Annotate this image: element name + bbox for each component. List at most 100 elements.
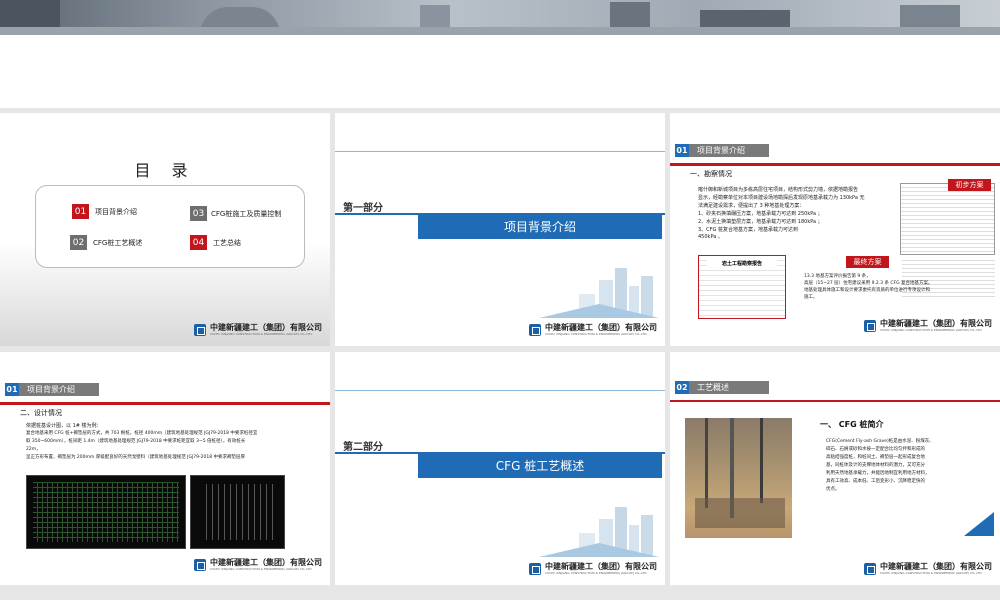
toc-number: 02: [70, 235, 87, 250]
slide-thumbnail-2[interactable]: 第一部分 项目背景介绍 中建新疆建工（集团）有限公司 CSCEC XINJIANG…: [335, 113, 665, 346]
header-rule: [670, 400, 1000, 402]
part-label: 第一部分: [343, 203, 383, 214]
text-line: 取 350~600mm），桩间距 1.4m（建筑地基处理规范 JGJ79-201…: [26, 439, 246, 444]
company-logo-icon: [864, 562, 876, 575]
pile-plan-drawing: [26, 475, 186, 549]
text-line: 喀什御和新城项目为多栋高层住宅项目，结构形式剪力墙，依据地勘报告: [698, 187, 859, 193]
section-number: 02: [675, 381, 689, 394]
text-line: 450kPa 。: [698, 234, 723, 240]
header-line: [335, 151, 665, 152]
slide-thumbnail-5[interactable]: 第二部分 CFG 桩工艺概述 中建新疆建工（集团）有限公司 CSCEC XINJI…: [335, 352, 665, 585]
company-logo: 中建新疆建工（集团）有限公司 CSCEC XINJIANG CONSTRUCTIO…: [194, 558, 322, 571]
section-drawing: [190, 475, 285, 549]
section-number: 01: [675, 144, 689, 157]
slide-thumbnail-1[interactable]: 目 录 01 项目背景介绍 03 CFG桩施工及质量控制 02 CFG桩工艺概述…: [0, 113, 330, 346]
header-line: [335, 390, 665, 391]
header-rule: [0, 402, 330, 405]
company-name: 中建新疆建工（集团）有限公司: [545, 323, 657, 332]
company-name: 中建新疆建工（集团）有限公司: [210, 323, 322, 332]
report-cover-image: 岩土工程勘察报告: [698, 255, 786, 319]
company-name: 中建新疆建工（集团）有限公司: [545, 562, 657, 571]
note-text: 13.3 地基方案评价报告第 9 条， 高层（15~27 层）住宅建议采用 9.…: [804, 273, 1000, 301]
text-line: 高层（15~27 层）住宅建议采用 9.2.3 条 CFG 复合地基方案。: [804, 281, 933, 286]
text-line: 呈正方形布置，褥垫层为 200mm 厚级配良好的天然戈壁料（建筑地基处理规范 J…: [26, 455, 246, 460]
text-line: 13.3 地基方案评价报告第 9 条，: [804, 274, 871, 279]
text-line: CFG(Cement Fly-ash Grave)桩是由水泥、粉煤灰、: [826, 439, 934, 444]
company-logo: 中建新疆建工（集团）有限公司 CSCEC XINJIANG CONSTRUCTIO…: [529, 323, 657, 336]
city-skyline-icon: [539, 507, 659, 557]
toc-label: CFG桩工艺概述: [93, 238, 143, 247]
company-logo: 中建新疆建工（集团）有限公司 CSCEC XINJIANG CONSTRUCTIO…: [529, 562, 657, 575]
company-logo-icon: [529, 562, 541, 575]
toc-item-04[interactable]: 04 工艺总结: [190, 235, 241, 250]
text-line: 复合地基采用 CFG 桩+褥垫层的方式，共 703 根桩，桩径 400mm（建筑…: [26, 431, 258, 436]
text-line: 1、砂夹石换填碾压方案，地基承载力可达到 250kPa ；: [698, 211, 823, 217]
contents-box: [35, 185, 305, 268]
section-title: 项目背景介绍: [19, 383, 99, 396]
company-logo-icon: [194, 323, 206, 336]
toc-number: 04: [190, 235, 207, 250]
text-line: 依据桩基设计图，以 1# 楼为例：: [26, 423, 102, 429]
toc-number: 01: [72, 204, 89, 219]
sub-heading: 一、勘察情况: [690, 170, 732, 178]
sub-heading: 二、设计情况: [20, 409, 62, 417]
corner-triangle-icon: [964, 512, 994, 536]
company-name: 中建新疆建工（集团）有限公司: [880, 562, 992, 571]
city-banner-image: [0, 0, 1000, 35]
toc-label: 项目背景介绍: [95, 207, 137, 216]
section-title: 项目背景介绍: [689, 144, 769, 157]
section-number: 01: [5, 383, 19, 396]
text-line: 基，同桩体及计的支撑地体材料的潜力，又可充分: [826, 463, 925, 468]
text-line: 地基处理具体施工和设计要求委托有资质的单位进行专项设计和: [804, 288, 930, 293]
text-line: 3、CFG 桩复合地基方案，地基承载力可达到: [698, 227, 799, 233]
company-logo: 中建新疆建工（集团）有限公司 CSCEC XINJIANG CONSTRUCTIO…: [864, 562, 992, 575]
company-en: CSCEC XINJIANG CONSTRUCTION & ENGINEERIN…: [545, 332, 648, 336]
report-doc-image: [900, 183, 995, 255]
toc-item-01[interactable]: 01 项目背景介绍: [72, 204, 137, 219]
toc-number: 03: [190, 206, 207, 221]
body-text: 依据桩基设计图，以 1# 楼为例： 复合地基采用 CFG 桩+褥垫层的方式，共 …: [26, 422, 326, 462]
toc-item-03[interactable]: 03 CFG桩施工及质量控制: [190, 206, 281, 221]
sub-heading: 一、 CFG 桩简介: [820, 420, 884, 429]
company-logo: 中建新疆建工（集团）有限公司 CSCEC XINJIANG CONSTRUCTIO…: [194, 323, 322, 336]
slide-thumbnail-6[interactable]: 02 工艺概述 一、 CFG 桩简介 CFG(Cement Fly-ash Gra…: [670, 352, 1000, 585]
company-en: CSCEC XINJIANG CONSTRUCTION & ENGINEERIN…: [880, 328, 983, 332]
company-en: CSCEC XINJIANG CONSTRUCTION & ENGINEERIN…: [880, 571, 983, 575]
company-logo-icon: [194, 558, 206, 571]
section-banner: CFG 桩工艺概述: [418, 452, 662, 478]
section-header: 02 工艺概述: [675, 381, 769, 394]
company-en: CSCEC XINJIANG CONSTRUCTION & ENGINEERIN…: [210, 332, 313, 336]
company-logo-icon: [529, 323, 541, 336]
part-label: 第二部分: [343, 442, 383, 453]
company-en: CSCEC XINJIANG CONSTRUCTION & ENGINEERIN…: [210, 567, 313, 571]
text-line: 高粘结强度桩，和桩间土、褥垫层一起形成复合地: [826, 455, 925, 460]
tag-initial-plan: 初步方案: [948, 179, 991, 191]
text-line: 优点。: [826, 487, 840, 492]
company-logo-icon: [864, 319, 876, 332]
text-line: 2、水泥土换填垫层方案，地基承载力可达到 180kPa ；: [698, 219, 823, 225]
body-text: 喀什御和新城项目为多栋高层住宅项目，结构形式剪力墙，依据地勘报告 显示，经勘察单…: [698, 186, 903, 240]
page-title: 目 录: [134, 161, 196, 180]
toc-label: CFG桩施工及质量控制: [211, 209, 282, 218]
city-skyline-icon: [539, 268, 659, 318]
report-title: 岩土工程勘察报告: [707, 260, 777, 267]
toc-item-02[interactable]: 02 CFG桩工艺概述: [70, 235, 142, 250]
section-title: 工艺概述: [689, 381, 769, 394]
section-header: 01 项目背景介绍: [5, 383, 99, 396]
section-header: 01 项目背景介绍: [675, 144, 769, 157]
toc-label: 工艺总结: [213, 238, 241, 247]
text-line: 施工。: [804, 295, 818, 300]
text-line: 显示，经勘察单位对本项目建设场地勘探后发现原地基承载力为 130kPa 无: [698, 195, 865, 201]
section-banner: 项目背景介绍: [418, 213, 662, 239]
company-en: CSCEC XINJIANG CONSTRUCTION & ENGINEERIN…: [545, 571, 648, 575]
text-line: 利用天然地基承载力，并能因地制宜利用地方材料，: [826, 471, 930, 476]
slide-thumbnail-4[interactable]: 01 项目背景介绍 二、设计情况 依据桩基设计图，以 1# 楼为例： 复合地基采用…: [0, 352, 330, 585]
body-text: CFG(Cement Fly-ash Grave)桩是由水泥、粉煤灰、 碎石、石…: [826, 438, 994, 494]
text-line: 22m，: [26, 447, 41, 452]
tag-final-plan: 最终方案: [846, 256, 889, 268]
company-name: 中建新疆建工（集团）有限公司: [880, 319, 992, 328]
company-name: 中建新疆建工（集团）有限公司: [210, 558, 322, 567]
preview-area: [0, 35, 1000, 108]
slide-thumbnail-3[interactable]: 01 项目背景介绍 一、勘察情况 喀什御和新城项目为多栋高层住宅项目，结构形式剪力…: [670, 113, 1000, 346]
text-line: 具有工效高、成本低、工后变形小、沉降稳定快的: [826, 479, 925, 484]
